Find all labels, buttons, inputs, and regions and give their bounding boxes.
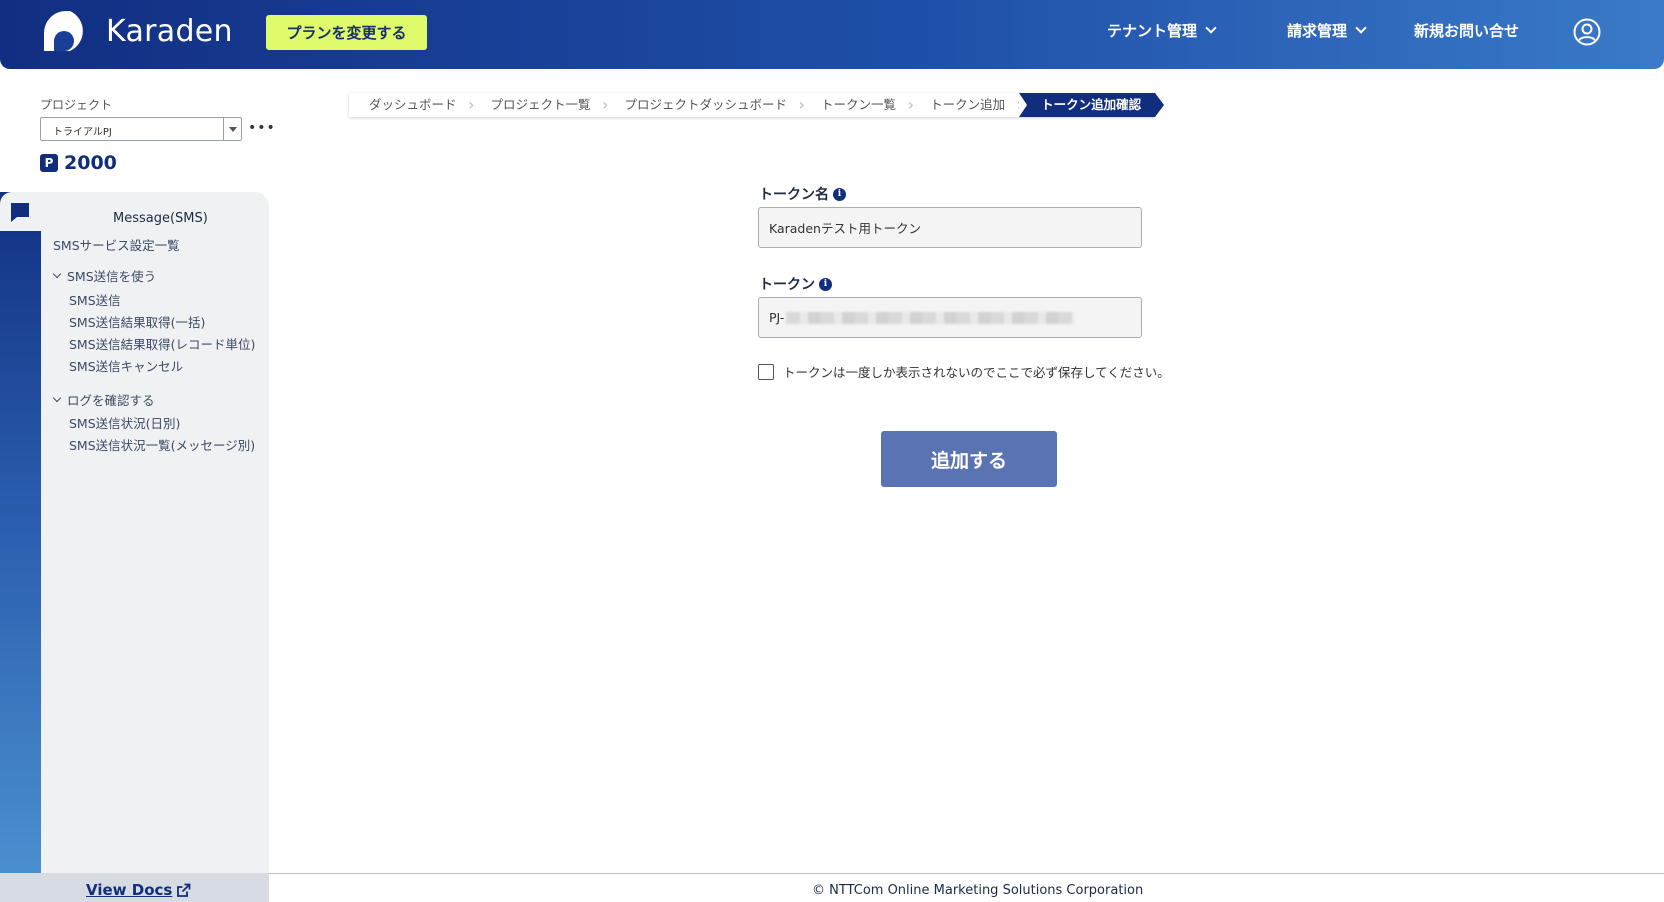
token-label: トークン i [759, 274, 832, 294]
breadcrumb-project-dashboard[interactable]: プロジェクトダッシュボード [605, 93, 805, 117]
token-name-label: トークン名 i [759, 184, 846, 204]
info-icon[interactable]: i [819, 277, 832, 291]
top-header: Karaden プランを変更する テナント管理 請求管理 新規お問い合せ [0, 0, 1664, 69]
token-prefix: PJ- [769, 310, 785, 325]
token-name-value: Karadenテスト用トークン [769, 221, 921, 236]
sidebar-item-sms-status-by-message[interactable]: SMS送信状況一覧(メッセージ別) [69, 435, 255, 454]
sidebar-item-sms-send[interactable]: SMS送信 [69, 290, 121, 309]
points-icon: P [40, 154, 58, 172]
breadcrumb-project-list[interactable]: プロジェクト一覧 [471, 93, 609, 117]
sidebar-item-sms-status-daily[interactable]: SMS送信状況(日別) [69, 413, 180, 432]
message-icon[interactable] [10, 202, 30, 222]
user-account-icon[interactable] [1573, 18, 1601, 46]
nav-new-inquiry[interactable]: 新規お問い合せ [1414, 20, 1519, 41]
nav-tenant-management[interactable]: テナント管理 [1107, 20, 1217, 41]
external-link-icon [177, 883, 191, 897]
add-token-button[interactable]: 追加する [881, 431, 1057, 487]
save-confirmation-checkbox[interactable] [758, 363, 774, 380]
sidebar-rail [0, 192, 41, 873]
dropdown-arrow-icon[interactable] [223, 118, 241, 140]
save-confirmation-row: トークンは一度しか表示されないのでここで必ず保存してください。 [758, 362, 1170, 381]
footer-copyright: © NTTCom Online Marketing Solutions Corp… [812, 883, 1144, 898]
breadcrumb: ダッシュボード プロジェクト一覧 プロジェクトダッシュボード トークン一覧 トー… [349, 93, 1165, 117]
sidebar-item-sms-service-list[interactable]: SMSサービス設定一覧 [53, 235, 180, 254]
menu-title: Message(SMS) [113, 211, 208, 226]
masked-token-value [786, 311, 1075, 324]
info-icon[interactable]: i [833, 187, 846, 201]
breadcrumb-token-add-confirm: トークン追加確認 [1019, 93, 1165, 117]
nav-label: 新規お問い合せ [1414, 22, 1520, 40]
points-balance: P 2000 [40, 152, 117, 174]
chevron-down-icon [1205, 22, 1217, 34]
token-field[interactable]: PJ- [758, 297, 1142, 338]
karaden-logo-icon [44, 11, 83, 51]
label-text: トークン [759, 277, 815, 293]
sidebar-item-sms-result-record[interactable]: SMS送信結果取得(レコード単位) [69, 334, 255, 353]
points-value: 2000 [64, 152, 117, 174]
project-selected-value: トライアルPJ [53, 127, 112, 138]
label-text: トークン名 [759, 187, 829, 203]
nav-billing-management[interactable]: 請求管理 [1287, 20, 1367, 41]
more-options-icon[interactable]: ••• [248, 121, 276, 135]
group-label: SMS送信を使う [67, 269, 157, 284]
footer-divider [269, 873, 1664, 874]
view-docs-link[interactable]: View Docs [86, 881, 191, 899]
token-name-field[interactable]: Karadenテスト用トークン [758, 207, 1142, 248]
sidebar-item-sms-result-bulk[interactable]: SMS送信結果取得(一括) [69, 312, 205, 331]
chevron-down-icon [52, 393, 62, 402]
breadcrumb-dashboard[interactable]: ダッシュボード [349, 93, 474, 117]
breadcrumb-token-add[interactable]: トークン追加 [910, 93, 1023, 117]
nav-label: 請求管理 [1287, 22, 1348, 40]
group-label: ログを確認する [67, 393, 155, 408]
project-label: プロジェクト [40, 98, 113, 112]
sidebar-group-sms-send[interactable]: SMS送信を使う [52, 266, 157, 285]
brand-name: Karaden [106, 13, 233, 49]
sidebar-group-logs[interactable]: ログを確認する [52, 390, 155, 409]
breadcrumb-token-list[interactable]: トークン一覧 [801, 93, 914, 117]
checkbox-label: トークンは一度しか表示されないのでここで必ず保存してください。 [783, 365, 1170, 380]
chevron-down-icon [1355, 22, 1367, 34]
nav-label: テナント管理 [1107, 22, 1198, 40]
brand-logo[interactable]: Karaden [42, 8, 233, 54]
change-plan-button[interactable]: プランを変更する [266, 15, 427, 50]
chevron-down-icon [52, 269, 62, 278]
docs-link-label: View Docs [86, 881, 173, 899]
project-select[interactable]: トライアルPJ [40, 117, 242, 141]
sidebar-item-sms-cancel[interactable]: SMS送信キャンセル [69, 356, 183, 375]
